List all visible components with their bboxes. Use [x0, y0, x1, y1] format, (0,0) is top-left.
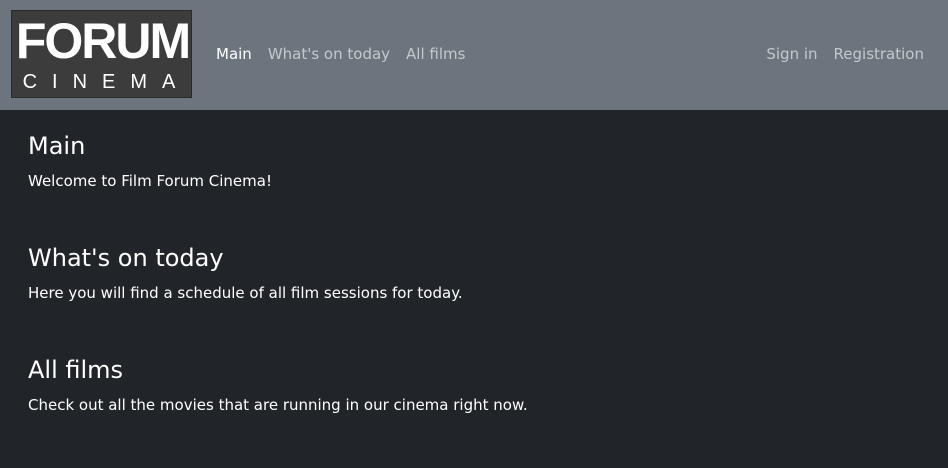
navbar: FORUM CINEMA Main What's on today All fi… — [0, 0, 948, 110]
nav-link-sign-in[interactable]: Sign in — [766, 43, 817, 65]
nav-link-registration[interactable]: Registration — [834, 43, 924, 65]
logo-text-cinema: CINEMA — [22, 71, 191, 93]
section-title: All films — [28, 356, 124, 384]
section-all-films: All films Check out all the movies that … — [28, 355, 908, 415]
logo-text-forum: FORUM — [15, 13, 191, 69]
nav-link-all-films[interactable]: All films — [406, 43, 465, 65]
nav-account-links: Sign in Registration — [766, 43, 924, 65]
section-text: Welcome to Film Forum Cinema! — [28, 172, 272, 190]
section-whats-on-today: What's on today Here you will find a sch… — [28, 243, 908, 303]
nav-link-main[interactable]: Main — [216, 43, 252, 65]
section-text: Here you will find a schedule of all fil… — [28, 284, 463, 302]
nav-link-whats-on-today[interactable]: What's on today — [268, 43, 390, 65]
forum-cinema-logo[interactable]: FORUM CINEMA — [11, 10, 192, 98]
section-title: What's on today — [28, 244, 224, 272]
section-main: Main Welcome to Film Forum Cinema! — [28, 131, 908, 191]
nav-main-links: Main What's on today All films — [216, 43, 465, 65]
section-text: Check out all the movies that are runnin… — [28, 396, 528, 414]
section-title: Main — [28, 132, 86, 160]
